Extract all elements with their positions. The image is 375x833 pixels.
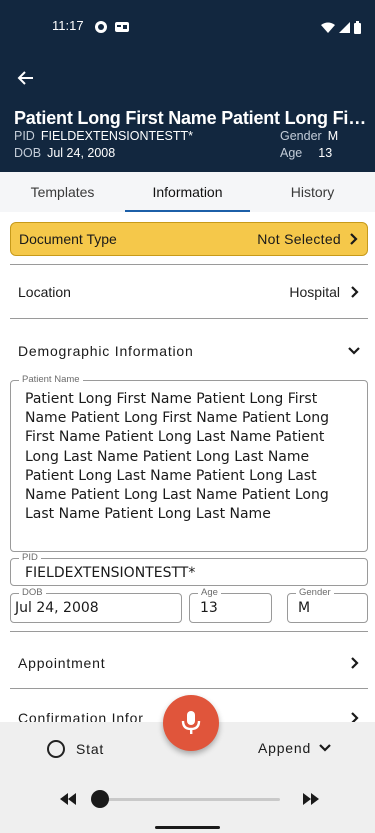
card-status-icon [114,19,129,33]
header-gender-row: Gender M [280,129,338,143]
append-label: Append [258,740,312,756]
record-mic-button[interactable] [163,695,219,751]
patient-name-legend: Patient Name [19,374,83,385]
stat-label: Stat [76,741,105,757]
pid-field[interactable]: PID FIELDEXTENSIONTESTT* [10,552,368,586]
chevron-right-icon [351,657,359,669]
header-pid-row: PID FIELDEXTENSIONTESTT* [14,129,193,143]
chevron-right-icon [350,233,358,245]
header-gender-value: M [327,129,339,143]
header-age-label: Age [280,146,303,160]
dob-field[interactable]: DOB Jul 24, 2008 [10,587,182,623]
back-arrow-icon [17,71,33,85]
age-field[interactable]: Age 13 [189,587,272,623]
header-pid-value: FIELDEXTENSIONTESTT* [40,129,193,143]
location-label: Location [18,284,71,300]
document-type-label: Document Type [19,231,117,247]
back-button[interactable] [14,66,38,90]
header-dob-row: DOB Jul 24, 2008 [14,146,115,160]
header-age-row: Age 13 [280,146,332,160]
pid-legend: PID [19,552,41,563]
chevron-down-icon [348,347,360,355]
appointment-row[interactable]: Appointment [18,651,360,675]
playback-slider-thumb[interactable] [91,790,109,808]
status-bar: 11:17 [0,0,375,52]
pid-value: FIELDEXTENSIONTESTT* [25,565,196,581]
age-legend: Age [198,587,221,598]
location-value: Hospital [289,284,340,300]
divider [10,318,368,319]
status-time: 11:17 [52,18,84,33]
status-right-icons [321,19,361,38]
battery-icon [354,19,361,38]
header-gender-label: Gender [280,129,322,143]
wifi-icon [321,19,335,38]
tab-templates[interactable]: Templates [0,172,125,212]
divider [10,688,368,689]
rewind-icon [60,793,76,805]
divider [10,631,368,632]
chevron-right-icon [351,286,359,298]
patient-name-field[interactable]: Patient Name Patient Long First Name Pat… [10,374,368,552]
header-dob-label: DOB [14,146,42,160]
microphone-icon [181,711,201,734]
chevron-down-icon [319,744,331,752]
home-indicator[interactable] [155,826,220,829]
appointment-label: Appointment [18,655,106,671]
document-type-selector[interactable]: Document Type Not Selected [10,222,368,256]
app-header: 11:17 Patient Long First Name Patient Lo… [0,0,375,172]
location-row[interactable]: Location Hospital [18,280,360,304]
header-age-value: 13 [318,146,333,160]
header-dob-value: Jul 24, 2008 [47,146,116,160]
gender-value: M [298,600,311,616]
tab-bar: Templates Information History [0,172,375,212]
dob-value: Jul 24, 2008 [15,600,99,616]
tab-information[interactable]: Information [125,172,250,212]
shield-status-icon [94,19,108,33]
document-type-value: Not Selected [257,231,341,247]
fast-forward-icon [303,793,319,805]
header-pid-label: PID [14,129,35,143]
fast-forward-button[interactable] [303,790,319,809]
demographic-title: Demographic Information [18,343,194,359]
dob-legend: DOB [19,587,46,598]
age-value: 13 [200,600,218,616]
divider [10,264,368,265]
gender-legend: Gender [296,587,334,598]
tab-history[interactable]: History [250,172,375,212]
demographic-section-header[interactable]: Demographic Information [18,339,360,363]
gender-field[interactable]: Gender M [287,587,368,623]
stat-radio[interactable] [47,740,65,758]
append-dropdown[interactable]: Append [258,740,331,756]
rewind-button[interactable] [60,790,76,809]
playback-slider-track[interactable] [100,798,280,801]
patient-name-value: Patient Long First Name Patient Long Fir… [25,391,330,523]
patient-name-title: Patient Long First Name Patient Long Fir… [14,108,369,128]
signal-icon [339,19,350,38]
